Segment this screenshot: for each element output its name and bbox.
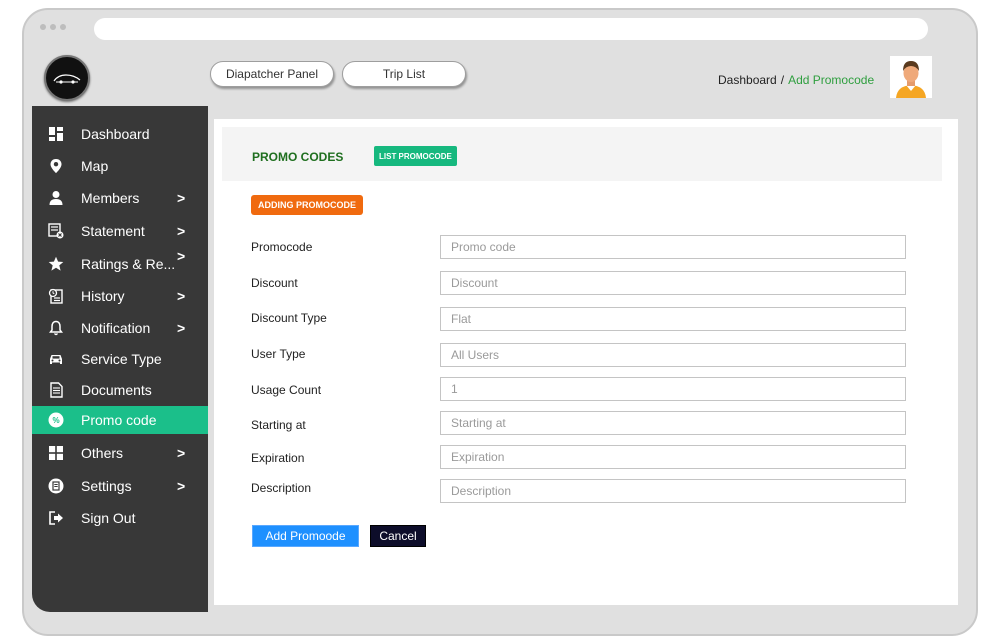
sidebar-item-statement[interactable]: Statement > <box>32 217 208 245</box>
sidebar-item-history[interactable]: History > <box>32 282 208 310</box>
discount-type-input[interactable] <box>440 307 906 331</box>
svg-text:%: % <box>52 416 59 425</box>
top-header: Diapatcher Panel Trip List Dashboard / Add… <box>32 50 970 106</box>
sidebar-item-label: Settings <box>81 478 132 494</box>
statement-icon <box>47 222 65 240</box>
window-dot[interactable] <box>60 24 66 30</box>
bell-icon <box>47 319 65 337</box>
window-controls <box>40 24 66 30</box>
sidebar-item-label: Map <box>81 158 109 174</box>
address-bar[interactable] <box>94 18 928 40</box>
sidebar-item-others[interactable]: Others > <box>32 439 208 467</box>
sidebar-item-notification[interactable]: Notification > <box>32 314 208 342</box>
window-dot[interactable] <box>50 24 56 30</box>
usage-count-input[interactable] <box>440 377 906 401</box>
discount-label: Discount <box>251 276 298 290</box>
sidebar-item-dashboard[interactable]: Dashboard <box>32 120 208 148</box>
usage-count-label: Usage Count <box>251 383 322 397</box>
sidebar-item-label: Service Type <box>81 351 162 367</box>
sidebar: Dashboard Map Members > Statement > Rati… <box>32 106 208 612</box>
sidebar-item-label: Statement <box>81 223 145 239</box>
description-label: Description <box>251 481 312 495</box>
settings-icon <box>47 477 65 495</box>
avatar-person-icon <box>890 56 932 98</box>
document-icon <box>47 381 65 399</box>
user-avatar[interactable] <box>890 56 932 98</box>
chevron-right-icon: > <box>177 320 186 336</box>
window-dot[interactable] <box>40 24 46 30</box>
chevron-right-icon: > <box>177 223 186 239</box>
chevron-right-icon: > <box>177 288 186 304</box>
description-input[interactable] <box>440 479 906 503</box>
trip-list-button[interactable]: Trip List <box>342 61 466 87</box>
app-logo[interactable] <box>44 55 90 101</box>
percent-icon: % <box>47 411 65 429</box>
sidebar-item-label: Notification <box>81 320 151 336</box>
breadcrumb-separator: / <box>780 73 785 87</box>
chevron-right-icon: > <box>177 445 186 461</box>
sidebar-item-label: Dashboard <box>81 126 150 142</box>
history-icon <box>47 287 65 305</box>
sidebar-item-label: Sign Out <box>81 510 136 526</box>
add-promocode-button[interactable]: Add Promoode <box>252 525 359 547</box>
panel-header: PROMO CODES LIST PROMOCODE <box>222 127 942 181</box>
star-icon <box>47 255 65 273</box>
sidebar-item-ratings[interactable]: Ratings & Re... > <box>32 248 208 278</box>
sidebar-item-label: Ratings & Re... <box>81 256 176 272</box>
list-promocode-button[interactable]: LIST PROMOCODE <box>374 146 457 166</box>
discount-type-label: Discount Type <box>251 311 327 325</box>
promocode-input[interactable] <box>440 235 906 259</box>
sidebar-item-documents[interactable]: Documents <box>32 376 208 404</box>
map-pin-icon <box>47 157 65 175</box>
cancel-button[interactable]: Cancel <box>370 525 426 547</box>
sidebar-item-label: Documents <box>81 382 152 398</box>
starting-at-input[interactable] <box>440 411 906 435</box>
discount-input[interactable] <box>440 271 906 295</box>
chevron-right-icon: > <box>177 478 186 494</box>
sidebar-item-sign-out[interactable]: Sign Out <box>32 504 208 532</box>
sidebar-item-label: Others <box>81 445 124 461</box>
user-icon <box>47 189 65 207</box>
starting-at-label: Starting at <box>251 418 306 432</box>
breadcrumb-root[interactable]: Dashboard <box>718 73 777 87</box>
sidebar-item-settings[interactable]: Settings > <box>32 472 208 500</box>
browser-window: Diapatcher Panel Trip List Dashboard / Add… <box>22 8 978 636</box>
logo-car-icon <box>53 74 81 84</box>
sidebar-item-service-type[interactable]: Service Type <box>32 345 208 373</box>
car-icon <box>47 350 65 368</box>
expiration-input[interactable] <box>440 445 906 469</box>
chevron-right-icon: > <box>177 248 186 264</box>
sidebar-item-label: Members <box>81 190 140 206</box>
promocode-label: Promocode <box>251 240 313 254</box>
sidebar-item-promo-code[interactable]: % Promo code <box>32 406 208 434</box>
user-type-input[interactable] <box>440 343 906 367</box>
sidebar-item-map[interactable]: Map <box>32 152 208 180</box>
dispatcher-panel-button[interactable]: Diapatcher Panel <box>210 61 334 87</box>
expiration-label: Expiration <box>251 451 305 465</box>
sidebar-item-label: History <box>81 288 125 304</box>
page-title: PROMO CODES <box>252 150 344 164</box>
grid-icon <box>47 444 65 462</box>
sign-out-icon <box>47 509 65 527</box>
breadcrumb: Dashboard / Add Promocode <box>718 73 874 87</box>
breadcrumb-current: Add Promocode <box>788 73 875 87</box>
sidebar-item-label: Promo code <box>81 412 157 428</box>
user-type-label: User Type <box>251 347 306 361</box>
adding-promocode-badge: ADDING PROMOCODE <box>251 195 364 215</box>
sidebar-item-members[interactable]: Members > <box>32 184 208 212</box>
chevron-right-icon: > <box>177 190 186 206</box>
main-content: PROMO CODES LIST PROMOCODE ADDING PROMOC… <box>214 119 958 605</box>
dashboard-icon <box>47 125 65 143</box>
